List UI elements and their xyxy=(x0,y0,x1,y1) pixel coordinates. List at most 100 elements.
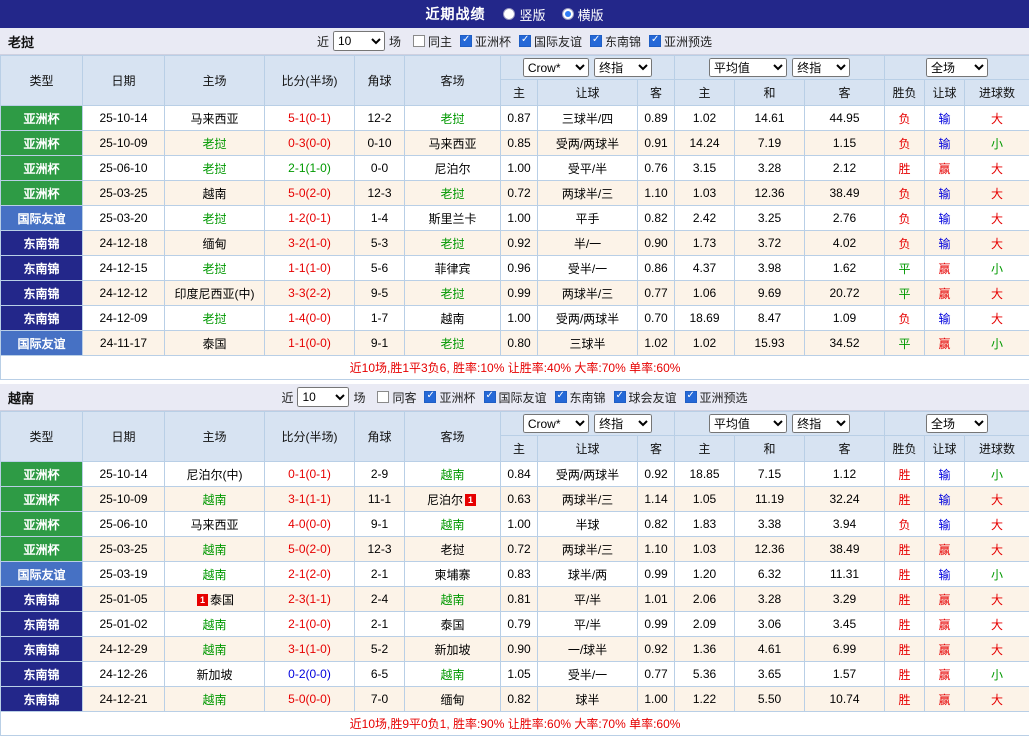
result-handicap: 赢 xyxy=(925,537,965,562)
avg-draw-odds: 12.36 xyxy=(735,181,805,206)
scope-select[interactable]: 全场 xyxy=(926,58,988,77)
handicap-line: 受两/两球半 xyxy=(538,131,638,156)
avg-away-odds: 1.09 xyxy=(805,306,885,331)
match-score: 3-3(2-2) xyxy=(265,281,355,306)
corner-count: 1-4 xyxy=(355,206,405,231)
corner-count: 2-1 xyxy=(355,562,405,587)
home-team-cell: 越南 xyxy=(165,687,265,712)
filter-option[interactable]: 国际友谊 xyxy=(484,389,547,406)
home-team-cell: 越南 xyxy=(165,181,265,206)
handicap-home-odds: 0.82 xyxy=(501,687,538,712)
average-index-select[interactable]: 终指 xyxy=(792,58,850,77)
bookmaker-select[interactable]: Crow* xyxy=(523,414,589,433)
avg-away-odds: 1.12 xyxy=(805,462,885,487)
filter-option[interactable]: 东南锦 xyxy=(590,33,641,50)
result-handicap: 输 xyxy=(925,231,965,256)
avg-home-odds: 1.05 xyxy=(675,487,735,512)
match-date: 25-03-25 xyxy=(83,537,165,562)
competition-type: 亚洲杯 xyxy=(1,106,83,131)
layout-option-vertical[interactable]: 竖版 xyxy=(503,5,545,24)
away-team-name: 老挝 xyxy=(440,337,464,351)
filter-option[interactable]: 亚洲杯 xyxy=(460,33,511,50)
col-handicap-result: 让球 xyxy=(925,80,965,106)
avg-away-odds: 1.62 xyxy=(805,256,885,281)
avg-away-odds: 2.12 xyxy=(805,156,885,181)
filter-option[interactable]: 球会友谊 xyxy=(614,389,677,406)
match-date: 25-10-14 xyxy=(83,106,165,131)
result-handicap: 赢 xyxy=(925,662,965,687)
avg-home-odds: 18.85 xyxy=(675,462,735,487)
filter-option[interactable]: 亚洲杯 xyxy=(424,389,475,406)
away-team-name: 泰国 xyxy=(440,618,464,632)
corner-count: 1-7 xyxy=(355,306,405,331)
checkbox-unchecked-icon xyxy=(377,391,389,403)
result-win-loss: 负 xyxy=(885,181,925,206)
result-goals: 大 xyxy=(965,537,1029,562)
avg-home-odds: 5.36 xyxy=(675,662,735,687)
match-row: 亚洲杯25-10-14马来西亚5-1(0-1)12-2老挝0.87三球半/四0.… xyxy=(1,106,1029,131)
result-goals: 小 xyxy=(965,662,1029,687)
checkbox-checked-icon xyxy=(555,391,567,403)
handicap-away-odds: 0.76 xyxy=(638,156,675,181)
match-score: 0-1(0-1) xyxy=(265,462,355,487)
average-select[interactable]: 平均值 xyxy=(709,414,787,433)
home-team-name: 马来西亚 xyxy=(190,518,238,532)
away-team-cell: 柬埔寨 xyxy=(405,562,501,587)
match-date: 25-03-25 xyxy=(83,181,165,206)
result-goals: 大 xyxy=(965,281,1029,306)
match-date: 24-12-18 xyxy=(83,231,165,256)
filter-option[interactable]: 亚洲预选 xyxy=(685,389,748,406)
result-handicap: 输 xyxy=(925,306,965,331)
filter-option[interactable]: 国际友谊 xyxy=(519,33,582,50)
result-handicap: 输 xyxy=(925,462,965,487)
handicap-home-odds: 1.00 xyxy=(501,156,538,181)
away-team-cell: 斯里兰卡 xyxy=(405,206,501,231)
avg-draw-odds: 3.38 xyxy=(735,512,805,537)
match-score: 2-1(2-0) xyxy=(265,562,355,587)
away-team-name: 越南 xyxy=(440,312,464,326)
handicap-index-select[interactable]: 终指 xyxy=(594,414,652,433)
handicap-line: 平手 xyxy=(538,206,638,231)
home-team-cell: 越南 xyxy=(165,637,265,662)
home-team-cell: 越南 xyxy=(165,562,265,587)
filter-option[interactable]: 亚洲预选 xyxy=(649,33,712,50)
result-win-loss: 负 xyxy=(885,206,925,231)
col-type: 类型 xyxy=(1,412,83,462)
home-team-cell: 泰国 xyxy=(165,331,265,356)
handicap-odds-header: Crow* 终指 xyxy=(501,412,675,436)
away-team-cell: 尼泊尔 xyxy=(405,156,501,181)
match-score: 3-1(1-1) xyxy=(265,487,355,512)
result-win-loss: 胜 xyxy=(885,487,925,512)
col-corner: 角球 xyxy=(355,56,405,106)
filter-option[interactable]: 同主 xyxy=(413,33,452,50)
page-header: 近期战绩 竖版 横版 xyxy=(0,0,1029,28)
corner-count: 12-2 xyxy=(355,106,405,131)
match-count-select[interactable]: 10 xyxy=(297,387,349,407)
avg-away-odds: 3.45 xyxy=(805,612,885,637)
handicap-home-odds: 0.85 xyxy=(501,131,538,156)
handicap-line: 三球半/四 xyxy=(538,106,638,131)
match-score: 5-0(2-0) xyxy=(265,181,355,206)
col-avg-away: 客 xyxy=(805,80,885,106)
avg-draw-odds: 3.72 xyxy=(735,231,805,256)
home-team-name: 越南 xyxy=(202,568,226,582)
col-type: 类型 xyxy=(1,56,83,106)
match-count-select[interactable]: 10 xyxy=(333,31,385,51)
away-team-name: 老挝 xyxy=(440,287,464,301)
match-row: 亚洲杯25-10-09老挝0-3(0-0)0-10马来西亚0.85受两/两球半0… xyxy=(1,131,1029,156)
average-index-select[interactable]: 终指 xyxy=(792,414,850,433)
average-select[interactable]: 平均值 xyxy=(709,58,787,77)
scope-select[interactable]: 全场 xyxy=(926,414,988,433)
result-win-loss: 负 xyxy=(885,106,925,131)
home-team-name: 越南 xyxy=(202,543,226,557)
layout-option-horizontal[interactable]: 横版 xyxy=(562,5,604,24)
away-team-name: 尼泊尔 xyxy=(427,493,463,507)
filter-option[interactable]: 东南锦 xyxy=(555,389,606,406)
result-goals: 大 xyxy=(965,587,1029,612)
result-handicap: 赢 xyxy=(925,612,965,637)
handicap-index-select[interactable]: 终指 xyxy=(594,58,652,77)
result-win-loss: 胜 xyxy=(885,612,925,637)
bookmaker-select[interactable]: Crow* xyxy=(523,58,589,77)
filter-option[interactable]: 同客 xyxy=(377,389,416,406)
home-team-name: 越南 xyxy=(202,493,226,507)
